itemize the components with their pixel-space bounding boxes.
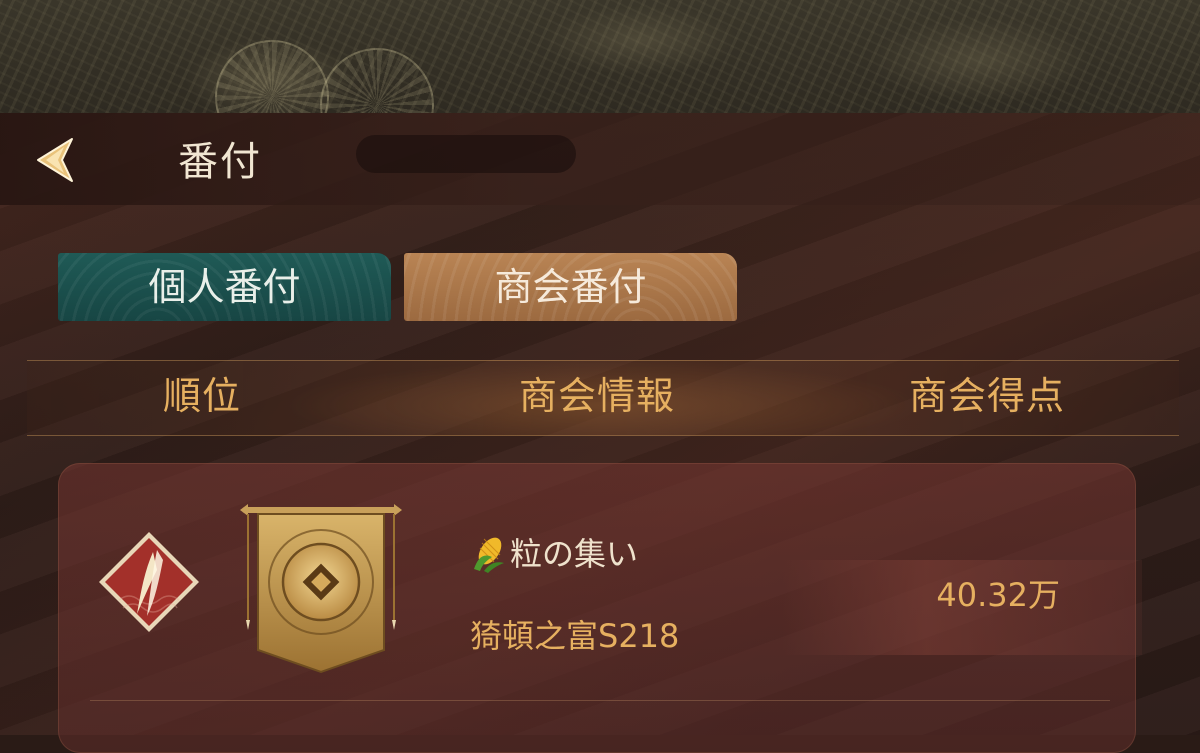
column-header-guild-score: 商会得点 <box>908 374 1065 418</box>
page-title: 番付 <box>178 139 262 185</box>
chevron-left-icon <box>37 138 73 182</box>
server-name: 猗頓之富S218 <box>470 617 680 655</box>
rank-one-diamond-icon <box>97 530 201 634</box>
background-painting <box>0 0 1200 162</box>
column-header-rank: 順位 <box>162 374 241 418</box>
row-divider <box>90 700 1110 701</box>
corn-icon <box>474 537 504 573</box>
table-header: 順位 商会情報 商会得点 <box>27 360 1179 436</box>
tab-personal-ranking[interactable]: 個人番付 <box>58 253 391 321</box>
guild-name-text: 粒の集い <box>510 535 639 573</box>
tab-guild-ranking[interactable]: 商会番付 <box>404 253 737 321</box>
guild-name: 粒の集い <box>470 532 638 576</box>
guild-score: 40.32万 <box>936 576 1060 614</box>
guild-banner-coin-icon <box>238 502 404 676</box>
back-button[interactable] <box>28 133 88 187</box>
column-header-guild-info: 商会情報 <box>518 374 675 418</box>
title-decoration <box>356 135 576 173</box>
